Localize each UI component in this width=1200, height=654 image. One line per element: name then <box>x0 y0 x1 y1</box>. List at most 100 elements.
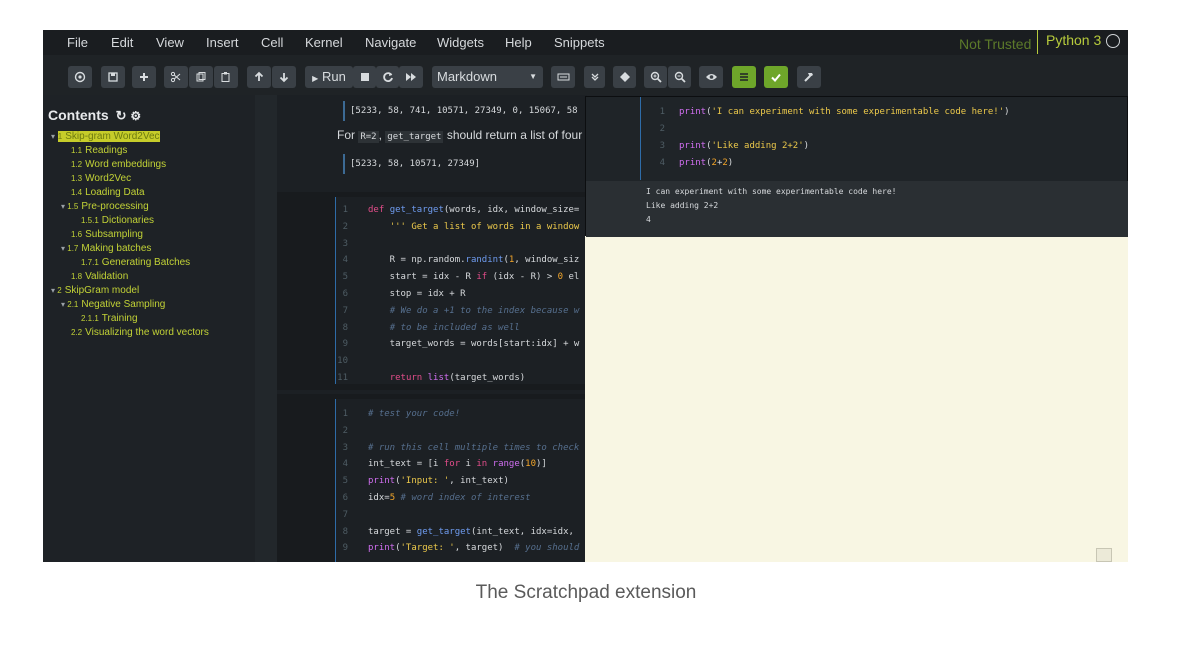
toc-item-negative-sampling[interactable]: ▾ 2.1 Negative Sampling <box>61 299 165 310</box>
scratchpad-editor[interactable]: 1 print('I can experiment with some exper… <box>640 97 1128 180</box>
code-line: def get_target(words, idx, window_size= <box>368 205 580 215</box>
toc-item-pre-processing[interactable]: ▾ 1.5 Pre-processing <box>61 201 149 212</box>
markdown-cell[interactable]: For R=2, get_target should return a list… <box>337 128 582 143</box>
code-cell-2[interactable]: 1 # test your code! 2 3 # run this cell mult… <box>277 394 587 562</box>
inline-code-get-target: get_target <box>385 131 444 143</box>
keyboard-icon <box>557 73 569 81</box>
zoom-in-button[interactable] <box>644 66 667 88</box>
toc-item-making-batches[interactable]: ▾ 1.7 Making batches <box>61 243 151 254</box>
menu-help[interactable]: Help <box>505 35 532 50</box>
toc-header: Contents ↻ ⚙ <box>48 107 141 124</box>
toc-item-word-embeddings[interactable]: 1.2 Word embeddings <box>71 159 166 170</box>
line-number: 3 <box>342 238 348 249</box>
toc-item-visualizing-word-vectors[interactable]: 2.2 Visualizing the word vectors <box>71 327 209 338</box>
code-line: # We do a +1 to the index because w <box>389 305 580 316</box>
crosshair-icon <box>619 72 630 83</box>
stop-icon <box>360 73 369 82</box>
play-icon: ▶ <box>312 74 319 83</box>
menu-widgets[interactable]: Widgets <box>437 35 484 50</box>
toc-item-skip-gram-word2vec[interactable]: ▾ 1 Skip-gram Word2Vec <box>51 131 160 142</box>
figure-caption: The Scratchpad extension <box>475 582 697 603</box>
code-line: print('Target: ', target) # you should <box>368 543 580 554</box>
line-number: 1 <box>659 107 665 117</box>
notebook-window: File Edit View Insert Cell Kernel Naviga… <box>43 30 1128 562</box>
restart-icon <box>382 72 393 83</box>
sidebar-resize-handle[interactable] <box>255 95 277 562</box>
command-palette-button[interactable] <box>68 66 92 88</box>
move-down-button[interactable] <box>272 66 296 88</box>
collapse-button[interactable] <box>584 66 605 88</box>
preview-button[interactable] <box>699 66 723 88</box>
trust-indicator[interactable]: Not Trusted <box>959 36 1031 52</box>
toc-item-skipgram-model[interactable]: ▾ 2 SkipGram model <box>51 285 139 296</box>
menu-edit[interactable]: Edit <box>111 35 133 50</box>
menu-view[interactable]: View <box>156 35 184 50</box>
code-line: # test your code! <box>368 409 461 419</box>
run-button[interactable]: ▶ Run <box>305 66 353 88</box>
gear-icon[interactable]: ⚙ <box>130 109 141 123</box>
toc-item-dictionaries[interactable]: 1.5.1 Dictionaries <box>81 215 154 226</box>
toc-item-subsampling[interactable]: 1.6 Subsampling <box>71 229 143 240</box>
menu-file[interactable]: File <box>67 35 88 50</box>
line-number: 11 <box>337 373 348 383</box>
kernel-indicator[interactable]: Python 3 <box>1037 30 1117 54</box>
keyboard-shortcuts-button[interactable] <box>551 66 575 88</box>
code-line: R = np.random.randint(1, window_siz <box>368 255 580 266</box>
output-line: I can experiment with some experimentabl… <box>646 187 897 196</box>
menu-snippets[interactable]: Snippets <box>554 35 605 50</box>
menu-insert[interactable]: Insert <box>206 35 239 50</box>
code-editor[interactable]: 1 def get_target(words, idx, window_size=… <box>335 197 587 384</box>
toc-item-word2vec[interactable]: 1.3 Word2Vec <box>71 173 131 184</box>
kernel-name: Python 3 <box>1046 32 1102 48</box>
code-line: int_text = [i for i in range(10)] <box>368 459 547 470</box>
navigate-button[interactable] <box>613 66 636 88</box>
output-list-long: [5233, 58, 741, 10571, 27349, 0, 15067, … <box>343 101 583 121</box>
paste-button[interactable] <box>214 66 238 88</box>
tools-button[interactable] <box>797 66 821 88</box>
run-label: Run <box>321 69 346 84</box>
cell-type-value: Markdown <box>437 69 497 84</box>
line-number: 7 <box>342 305 348 316</box>
toc-item-training[interactable]: 2.1.1 Training <box>81 313 138 324</box>
table-of-contents-button[interactable] <box>732 66 756 88</box>
notebook-background <box>585 236 1128 562</box>
scratchpad-panel: 1 print('I can experiment with some exper… <box>585 96 1128 237</box>
toc-collapse-icon[interactable]: ▾ <box>51 132 55 141</box>
menu-navigate[interactable]: Navigate <box>365 35 416 50</box>
spellcheck-button[interactable] <box>764 66 788 88</box>
copy-button[interactable] <box>189 66 213 88</box>
line-number: 9 <box>342 339 348 350</box>
zoom-out-button[interactable] <box>668 66 691 88</box>
cell-type-select[interactable]: Markdown ▼ <box>432 66 543 88</box>
line-number: 2 <box>659 124 665 134</box>
move-up-button[interactable] <box>247 66 271 88</box>
scroll-to-bottom-icon[interactable] <box>1096 548 1112 562</box>
line-number: 3 <box>342 442 348 453</box>
checkmark-icon <box>771 73 781 83</box>
toc-item-loading-data[interactable]: 1.4 Loading Data <box>71 187 145 198</box>
cut-button[interactable] <box>164 66 188 88</box>
line-number: 6 <box>342 493 348 503</box>
code-line: idx=5 # word index of interest <box>368 493 531 503</box>
line-number: 8 <box>342 322 348 333</box>
line-number: 7 <box>342 509 348 520</box>
menu-kernel[interactable]: Kernel <box>305 35 343 50</box>
restart-run-all-button[interactable] <box>399 66 423 88</box>
scratchpad-output: I can experiment with some experimentabl… <box>586 181 1128 237</box>
code-line: # to be included as well <box>389 322 520 333</box>
line-number: 1 <box>342 205 348 215</box>
toc-item-generating-batches[interactable]: 1.7.1 Generating Batches <box>81 257 190 268</box>
code-cell-1[interactable]: 1 def get_target(words, idx, window_size=… <box>277 192 587 390</box>
restart-button[interactable] <box>376 66 399 88</box>
insert-cell-button[interactable] <box>132 66 156 88</box>
line-number: 10 <box>337 356 348 367</box>
toc-item-readings[interactable]: 1.1 Readings <box>71 145 127 156</box>
refresh-icon[interactable]: ↻ <box>116 108 127 123</box>
code-editor[interactable]: 1 # test your code! 2 3 # run this cell mult… <box>335 399 587 562</box>
line-number: 4 <box>342 255 348 266</box>
interrupt-button[interactable] <box>353 66 376 88</box>
save-button[interactable] <box>101 66 125 88</box>
menu-cell[interactable]: Cell <box>261 35 283 50</box>
toc-item-validation[interactable]: 1.8 Validation <box>71 271 128 282</box>
scissors-icon <box>170 71 181 83</box>
